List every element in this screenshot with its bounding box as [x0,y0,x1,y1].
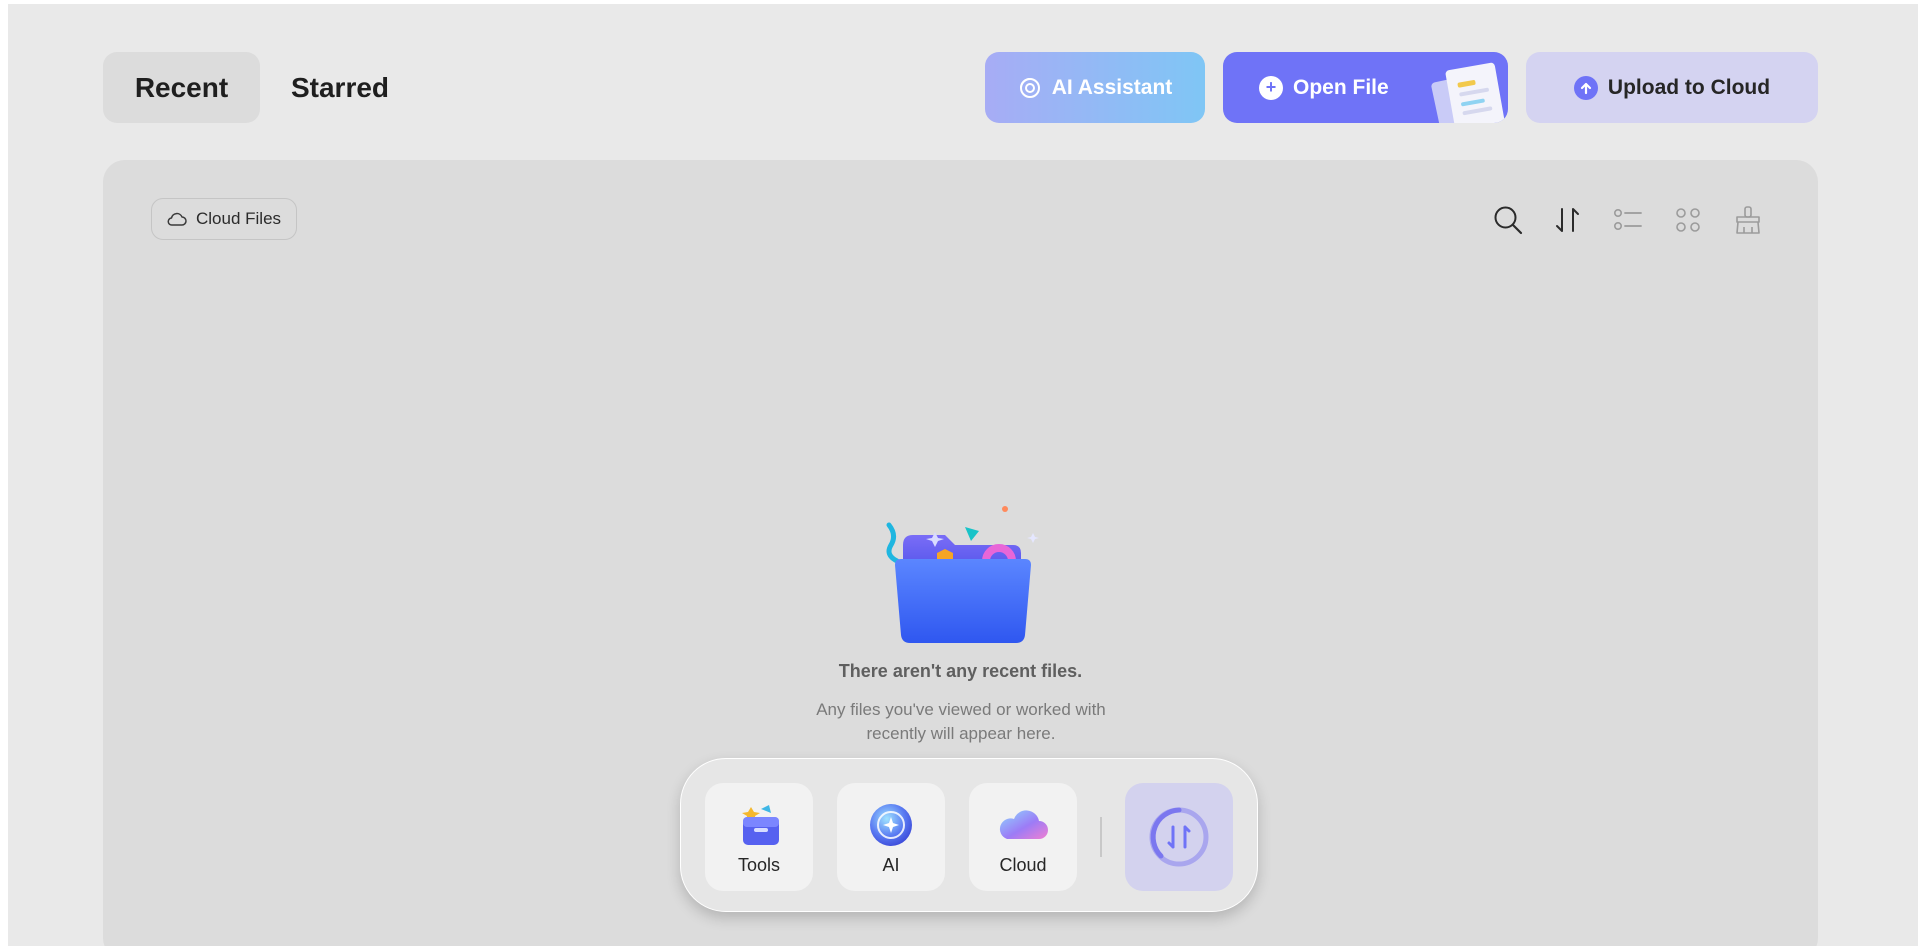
ai-assistant-icon [1019,77,1040,98]
upload-to-cloud-button[interactable]: Upload to Cloud [1526,52,1818,123]
open-file-button[interactable]: + Open File [1223,52,1508,123]
tab-starred[interactable]: Starred [270,52,410,123]
upload-arrow-icon [1573,75,1598,100]
cloud-files-filter[interactable]: Cloud Files [151,198,297,240]
dock-item-tools[interactable]: Tools [705,783,813,891]
ai-orb-icon [870,804,912,846]
ai-assistant-button[interactable]: AI Assistant [985,52,1205,123]
bottom-dock: Tools AI Cloud [680,758,1258,912]
empty-folder-illustration-icon [886,506,1039,643]
open-file-label: Open File [1293,75,1389,99]
cloud-icon [999,810,1048,839]
tab-recent[interactable]: Recent [103,52,260,123]
upload-to-cloud-label: Upload to Cloud [1607,75,1771,99]
empty-state-title: There aren't any recent files. [838,661,1083,681]
grid-view-icon[interactable] [1670,202,1706,238]
dock-item-cloud[interactable]: Cloud [969,783,1077,891]
empty-state-subtitle: Any files you've viewed or worked with r… [816,700,1106,743]
ai-assistant-label: AI Assistant [1051,75,1173,99]
toolbox-icon [742,805,779,845]
sort-icon[interactable] [1550,202,1586,238]
dock-item-cloud-label: Cloud [999,855,1047,875]
search-icon[interactable] [1490,202,1526,238]
dock-item-ai[interactable]: AI [837,783,945,891]
dock-item-ai-label: AI [882,855,900,875]
cloud-files-label: Cloud Files [196,209,282,228]
cloud-outline-icon [167,212,187,226]
dock-item-tools-label: Tools [737,855,781,875]
app-window: Recent Starred AI Assistant + Open File … [8,4,1918,946]
plus-circle-icon: + [1259,75,1283,100]
clean-brush-icon[interactable] [1730,202,1766,238]
dock-divider [1100,817,1102,857]
switch-arrows-icon [1149,807,1209,867]
documents-illustration-icon [1431,62,1505,123]
switch-arrows-button[interactable] [1125,783,1233,891]
list-view-icon[interactable] [1610,202,1646,238]
